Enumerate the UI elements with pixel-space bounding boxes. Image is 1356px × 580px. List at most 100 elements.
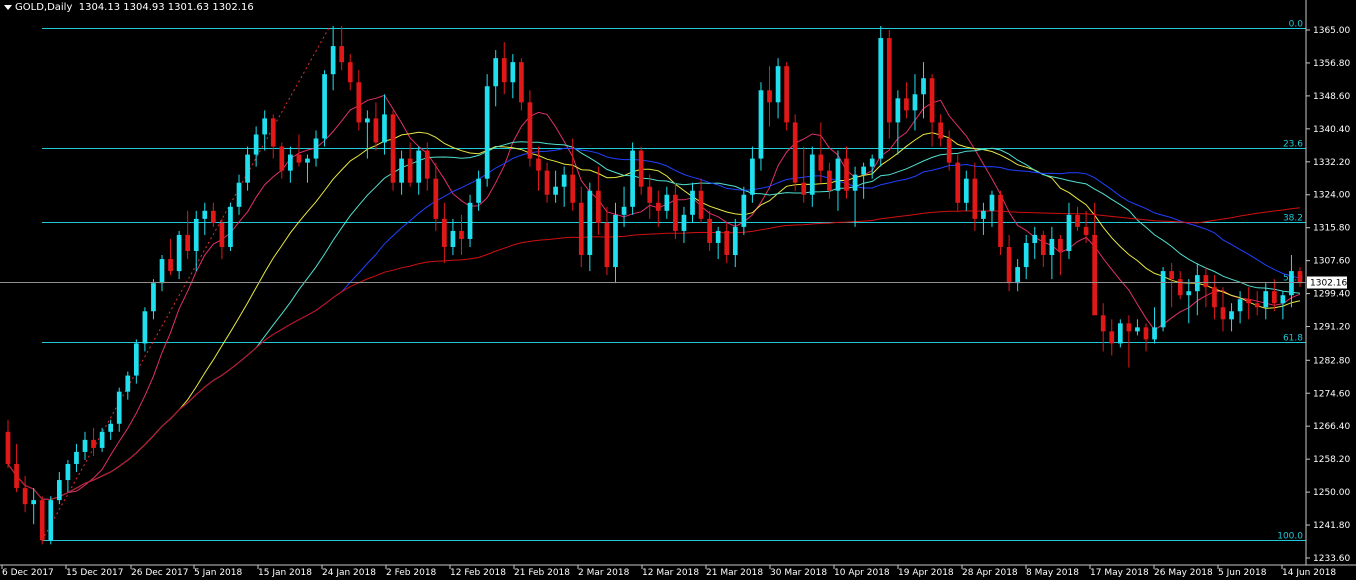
y-tick-label: 1307.60 xyxy=(1313,257,1350,267)
candle-body xyxy=(1297,271,1303,284)
y-tick-label: 1299.40 xyxy=(1313,290,1350,300)
candle-body xyxy=(715,230,721,243)
candle-body xyxy=(852,174,858,191)
fib-level-label: 38.2 xyxy=(1283,214,1303,224)
candle-body xyxy=(809,154,815,195)
candle-body xyxy=(14,463,19,489)
candle-body xyxy=(921,78,926,95)
candle-body xyxy=(330,46,336,75)
fib-level-label: 23.6 xyxy=(1283,140,1303,150)
x-tick-label: 5 Jun 2018 xyxy=(1218,568,1267,578)
candle-body xyxy=(1254,303,1260,308)
candle-body xyxy=(681,214,687,231)
chart-title[interactable]: GOLD,Daily 1304.13 1304.93 1301.63 1302.… xyxy=(4,2,254,13)
candle-body xyxy=(946,138,952,163)
x-tick-label: 19 Apr 2018 xyxy=(898,568,954,578)
candle-body xyxy=(1143,327,1149,340)
candle-body xyxy=(596,190,601,223)
x-tick-label: 15 Jan 2018 xyxy=(258,568,312,578)
candle-body xyxy=(604,222,610,268)
candle-body xyxy=(1126,323,1132,332)
x-tick-label: 21 Feb 2018 xyxy=(514,568,570,578)
candle-body xyxy=(527,102,533,159)
candle-body xyxy=(1083,226,1089,235)
symbol-label: GOLD,Daily xyxy=(15,2,73,13)
candle-body xyxy=(741,194,747,227)
candle-body xyxy=(193,218,199,252)
candle-body xyxy=(630,150,635,207)
candle-body xyxy=(382,114,387,143)
candle-body xyxy=(467,202,473,239)
candle-body xyxy=(22,488,28,505)
y-tick-label: 1291.20 xyxy=(1313,323,1350,333)
candle-body xyxy=(647,186,653,203)
candle-body xyxy=(253,134,259,155)
y-tick-label: 1332.20 xyxy=(1313,158,1350,168)
candle-body xyxy=(724,230,730,256)
candle-body xyxy=(1203,275,1209,288)
x-tick-label: 5 Jan 2018 xyxy=(194,568,242,578)
candle-body xyxy=(108,423,114,432)
y-tick-label: 1250.00 xyxy=(1313,488,1350,498)
y-tick-label: 1315.80 xyxy=(1313,224,1350,234)
candle-body xyxy=(664,194,670,211)
candle-body xyxy=(544,170,550,195)
candle-body xyxy=(390,114,396,183)
candle-body xyxy=(938,122,943,139)
candle-body xyxy=(801,182,807,195)
candle-body xyxy=(895,98,901,123)
x-tick-label: 15 Dec 2017 xyxy=(66,568,124,578)
candle-body xyxy=(912,94,918,111)
candle-body xyxy=(219,222,225,247)
candle-body xyxy=(168,259,173,272)
candle-body xyxy=(91,439,96,448)
y-tick-label: 1258.20 xyxy=(1313,455,1350,465)
candle-body xyxy=(133,343,139,376)
x-tick-label: 17 May 2018 xyxy=(1090,568,1149,578)
candle-body xyxy=(288,154,293,171)
candle-body xyxy=(399,158,404,183)
candle-body xyxy=(673,194,678,231)
candle-body xyxy=(459,230,464,239)
candle-body xyxy=(510,62,516,83)
candle-body xyxy=(228,206,233,247)
candle-body xyxy=(493,58,499,87)
y-tick-label: 1348.60 xyxy=(1313,92,1350,102)
x-tick-label: 12 Mar 2018 xyxy=(642,568,699,578)
candle-body xyxy=(758,90,764,159)
y-tick-label: 1266.40 xyxy=(1313,422,1350,432)
candle-body xyxy=(998,194,1003,247)
candle-body xyxy=(553,186,558,195)
dropdown-triangle-icon[interactable] xyxy=(4,4,12,10)
candle-body xyxy=(347,62,353,83)
x-tick-label: 2 Feb 2018 xyxy=(386,568,437,578)
candle-body xyxy=(99,431,105,448)
candle-body xyxy=(407,158,413,183)
candle-body xyxy=(955,162,961,203)
candle-body xyxy=(236,182,242,207)
price-chart[interactable]: 0.023.638.250.061.8100.0 1365.001356.801… xyxy=(0,0,1356,580)
candle-body xyxy=(1075,214,1080,227)
candle-body xyxy=(450,230,456,247)
candle-body xyxy=(279,146,285,171)
candle-body xyxy=(972,178,978,219)
candle-body xyxy=(698,190,704,219)
candle-body xyxy=(442,218,447,247)
candle-body xyxy=(1049,238,1055,256)
candle-body xyxy=(886,38,892,123)
candle-body xyxy=(262,118,268,135)
candle-body xyxy=(775,66,781,103)
candle-body xyxy=(1263,291,1269,308)
candle-body xyxy=(655,202,661,211)
candle-body xyxy=(1229,311,1234,320)
candle-body xyxy=(1160,271,1166,328)
candle-body xyxy=(1212,287,1217,308)
x-tick-label: 30 Mar 2018 xyxy=(770,568,827,578)
candle-body xyxy=(125,375,131,392)
x-tick-label: 8 May 2018 xyxy=(1026,568,1079,578)
candle-body xyxy=(159,259,165,284)
candle-body xyxy=(929,78,935,123)
candle-body xyxy=(65,463,71,481)
candle-body xyxy=(1280,295,1286,304)
candle-body xyxy=(501,58,507,83)
